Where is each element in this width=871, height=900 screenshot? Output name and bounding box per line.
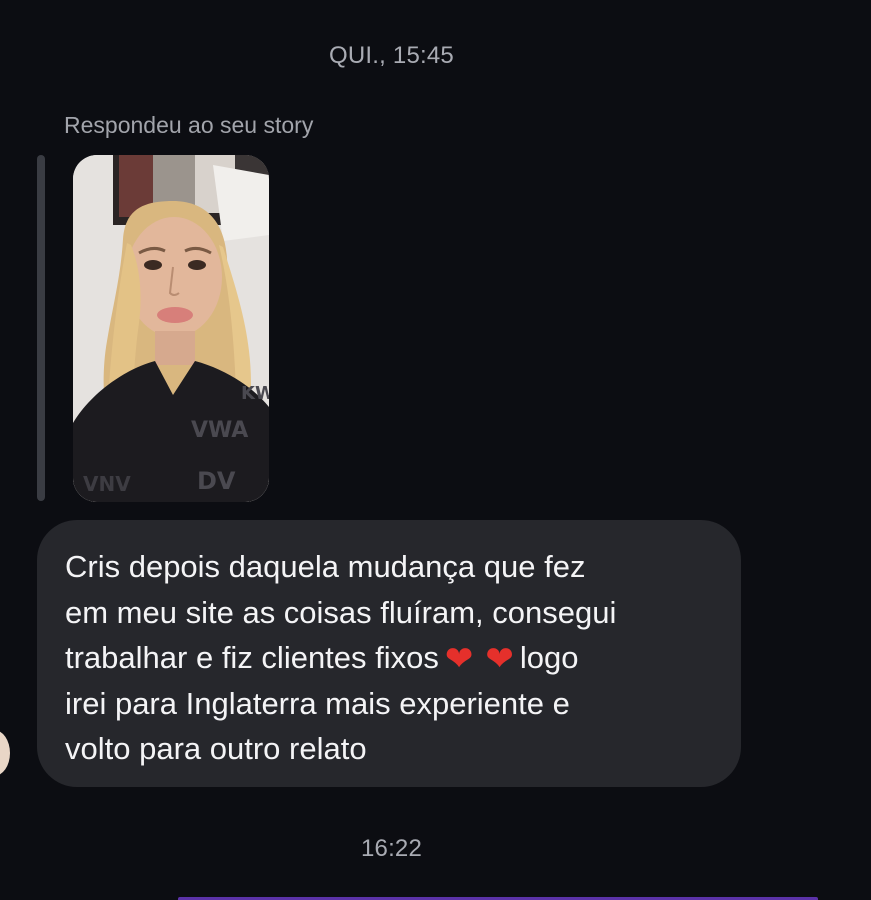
story-reply-label: Respondeu ao seu story — [64, 112, 314, 138]
message-line-4: irei para Inglaterra mais experiente e — [65, 685, 570, 721]
heart-emoji-icon: ❤ — [485, 640, 514, 678]
story-thumbnail[interactable]: VWA DV VNV KW — [73, 155, 269, 502]
message-text: Cris depois daquela mudança que fez em m… — [65, 544, 713, 772]
sender-avatar[interactable] — [0, 730, 10, 776]
message-timestamp: 16:22 — [360, 835, 423, 862]
svg-text:VNV: VNV — [83, 472, 131, 496]
svg-text:DV: DV — [197, 467, 236, 495]
svg-text:KW: KW — [241, 383, 269, 404]
svg-text:VWA: VWA — [191, 418, 248, 443]
message-line-3: trabalhar e fiz clientes fixos — [65, 640, 439, 675]
message-line-3-end: logo — [519, 640, 579, 675]
reply-quote-bar — [37, 155, 45, 501]
chat-screen: QUI., 15:45 Respondeu ao seu story VWA D… — [0, 0, 871, 900]
message-bubble[interactable]: Cris depois daquela mudança que fez em m… — [37, 520, 741, 787]
message-line-5: volto para outro relato — [65, 731, 367, 766]
message-line-1: Cris depois daquela mudança que fez — [65, 549, 586, 584]
story-photo-thumbnail: VWA DV VNV KW — [73, 155, 269, 502]
message-line-2: em meu site as coisas fluíram, consegui — [65, 594, 617, 630]
heart-emoji-icon: ❤ — [444, 640, 474, 678]
message-timestamp: QUI., 15:45 — [329, 42, 454, 69]
